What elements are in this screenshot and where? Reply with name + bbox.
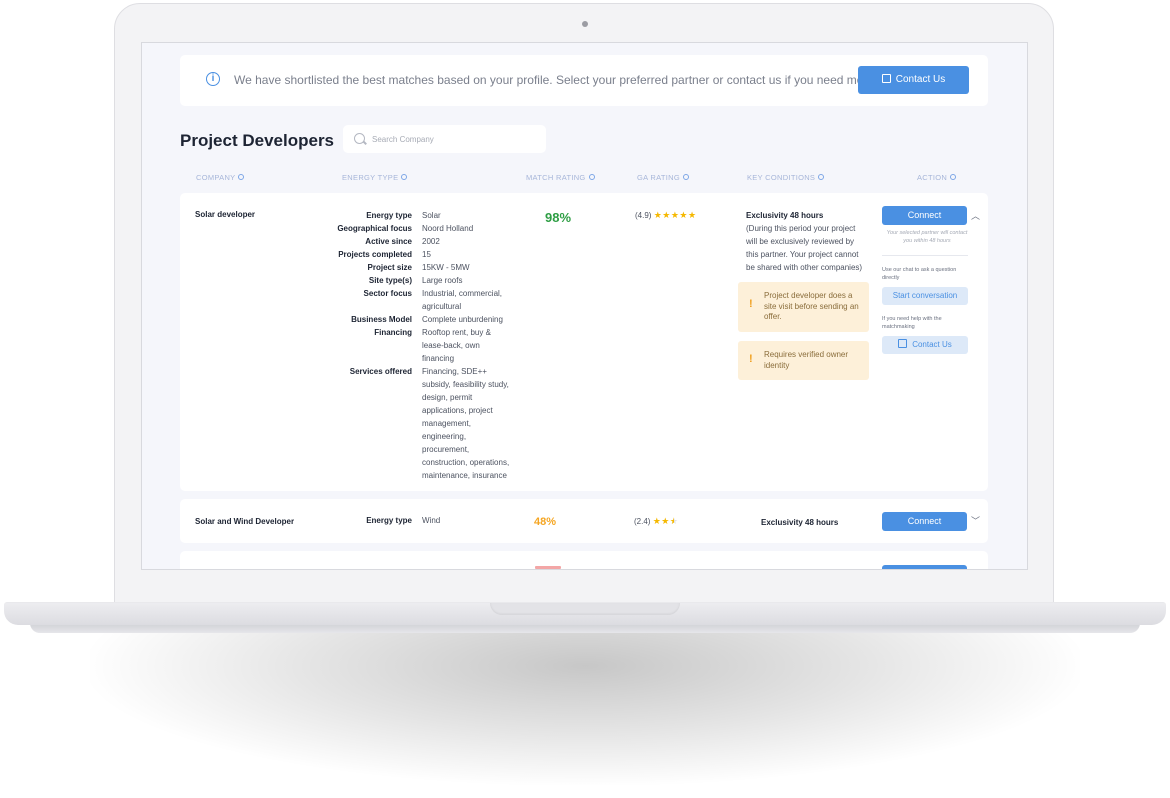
company-name: Solar developer [195,210,256,219]
developer-details: Energy type Wind [330,514,514,527]
page-title: Project Developers [180,131,335,150]
detail-row: Geographical focus Noord Holland [337,224,474,233]
start-conversation-button[interactable]: Start conversation [882,287,968,305]
match-rating: 48% [534,516,557,528]
detail-row: Sector focus Industrial, commercial, agri… [363,289,503,311]
key-conditions: Exclusivity 48 hours (During this period… [746,211,863,272]
warning-owner-identity: ! Requires verified owner identity [738,341,869,380]
detail-row: Active since 2002 [365,237,440,246]
laptop-shadow [90,615,1080,785]
chevron-down-icon[interactable]: ﹀ [971,514,980,527]
banner-text: We have shortlisted the best matches bas… [234,73,904,87]
column-header-match-rating[interactable]: MATCH RATING [526,173,595,182]
company-name: Solar and Wind Developer [195,517,295,526]
search-input[interactable]: Search Company [343,125,546,153]
contact-us-button[interactable]: Contact Us [858,66,969,94]
key-conditions: Exclusivity 48 hours [761,518,839,527]
help-icon [588,174,595,180]
help-icon [818,174,825,180]
detail-row: Business Model Complete unburdening [351,315,503,324]
chevron-up-icon[interactable]: ︿ [971,209,980,222]
match-rating: 98% [545,210,572,225]
detail-row: Energy type Wind [366,516,441,525]
info-icon: i [206,72,220,86]
ga-rating: (2.4) ★★★★ [634,516,679,526]
chat-icon [881,74,891,83]
developer-details: Energy type Solar Geographical focus Noord… [330,209,514,482]
column-header-action[interactable]: ACTION [917,173,957,182]
search-icon [354,133,365,144]
connect-button[interactable]: Connect [882,512,967,531]
column-header-company[interactable]: COMPANY [196,173,245,182]
contact-us-card-button[interactable]: Contact Us [882,336,968,354]
star-rating: ★★★★★ [653,210,697,220]
search-placeholder: Search Company [372,135,434,144]
developer-card-partial[interactable] [180,551,988,569]
detail-row: Projects completed 15 [338,250,431,259]
detail-row: Financing Rooftop rent, buy & lease-back,… [374,328,491,363]
ga-rating: (4.9) ★★★★★ [635,210,697,220]
warning-icon: ! [749,353,753,365]
help-icon [401,174,408,180]
column-header-key-conditions[interactable]: KEY CONDITIONS [747,173,825,182]
camera-dot [582,21,588,27]
warning-site-visit: ! Project developer does a site visit be… [738,282,869,332]
match-rating-partial [535,566,561,569]
help-icon [238,174,245,180]
detail-row: Site type(s) Large roofs [368,276,463,285]
detail-row: Project size 15KW - 5MW [367,263,470,272]
connect-note: Your selected partner will contact you w… [886,230,968,244]
help-icon [950,174,957,180]
column-header-energy-type[interactable]: ENERGY TYPE [342,173,408,182]
column-header-ga-rating[interactable]: GA RATING [637,173,689,182]
connect-button-partial[interactable] [882,565,967,569]
connect-button[interactable]: Connect [882,206,967,225]
developer-card-expanded: Solar developer Energy type Solar Geograp… [180,193,988,491]
screen: i We have shortlisted the best matches b… [141,42,1028,570]
chat-note: Use our chat to ask a question directly [882,267,957,281]
detail-row: Services offered Financing, SDE++ subsidy… [349,367,510,480]
laptop-notch [490,603,680,615]
help-note: If you need help with the matchmaking [882,316,942,330]
info-banner: i We have shortlisted the best matches b… [180,55,988,106]
detail-row: Energy type Solar [366,211,441,220]
warning-icon: ! [749,298,753,310]
help-icon [682,174,689,180]
chat-icon [898,339,908,348]
star-rating: ★★★★ [652,516,679,526]
developer-card[interactable]: Solar and Wind Developer Energy type Wind… [180,499,988,543]
divider [882,255,968,256]
